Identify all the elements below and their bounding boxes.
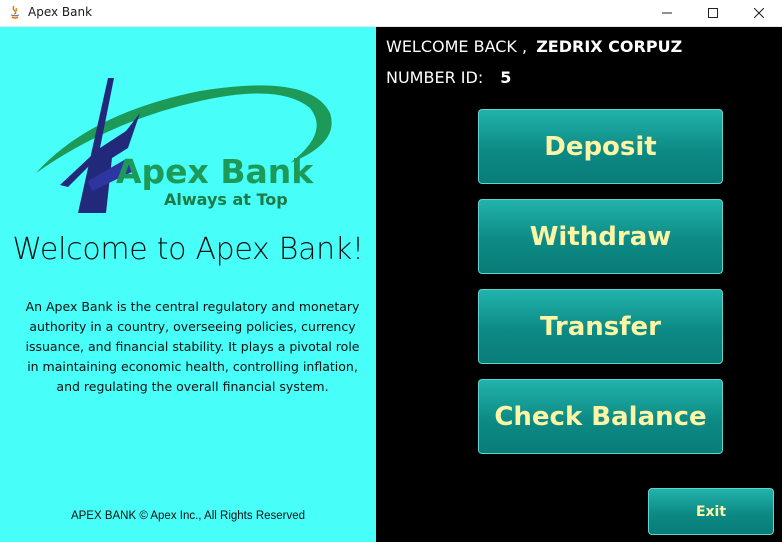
about-line: and regulating the overall financial sys… [56,379,329,394]
check-balance-button[interactable]: Check Balance [478,379,723,454]
number-id-value: 5 [500,68,512,87]
user-name: ZEDRIX CORPUZ [536,37,683,56]
copyright-footer: APEX BANK © Apex Inc., All Rights Reserv… [70,510,306,522]
window-titlebar: Apex Bank [0,0,782,27]
exit-button[interactable]: Exit [648,488,774,535]
welcome-heading: Welcome to Apex Bank! [12,232,364,267]
close-button[interactable] [736,0,782,26]
about-description: An Apex Bank is the central regulatory a… [20,297,365,397]
welcome-back-line: WELCOME BACK , ZEDRIX CORPUZ [386,37,682,56]
about-line: authority in a country, overseeing polic… [29,319,356,334]
deposit-button[interactable]: Deposit [478,109,723,184]
about-line: An Apex Bank is the central regulatory a… [25,299,360,314]
minimize-icon [662,12,672,14]
about-line: in maintaining economic health, controll… [27,359,358,374]
logo-tagline-text: Always at Top [164,190,288,209]
minimize-button[interactable] [644,0,690,26]
withdraw-button[interactable]: Withdraw [478,199,723,274]
window-title: Apex Bank [28,5,93,19]
about-line: issuance, and financial stability. It pl… [25,339,360,354]
number-id-label: NUMBER ID: [386,68,484,87]
maximize-icon [708,8,718,18]
java-app-icon [7,4,23,20]
logo-brand-text: Apex Bank [116,152,314,191]
apex-bank-logo: Apex Bank Always at Top [30,73,346,213]
close-icon [754,8,764,18]
welcome-back-label: WELCOME BACK , [386,37,528,56]
number-id-line: NUMBER ID: 5 [386,68,511,87]
account-panel: WELCOME BACK , ZEDRIX CORPUZ NUMBER ID: … [376,27,782,542]
transfer-button[interactable]: Transfer [478,289,723,364]
maximize-button[interactable] [690,0,736,26]
welcome-panel: Apex Bank Always at Top Welcome to Apex … [0,27,376,542]
